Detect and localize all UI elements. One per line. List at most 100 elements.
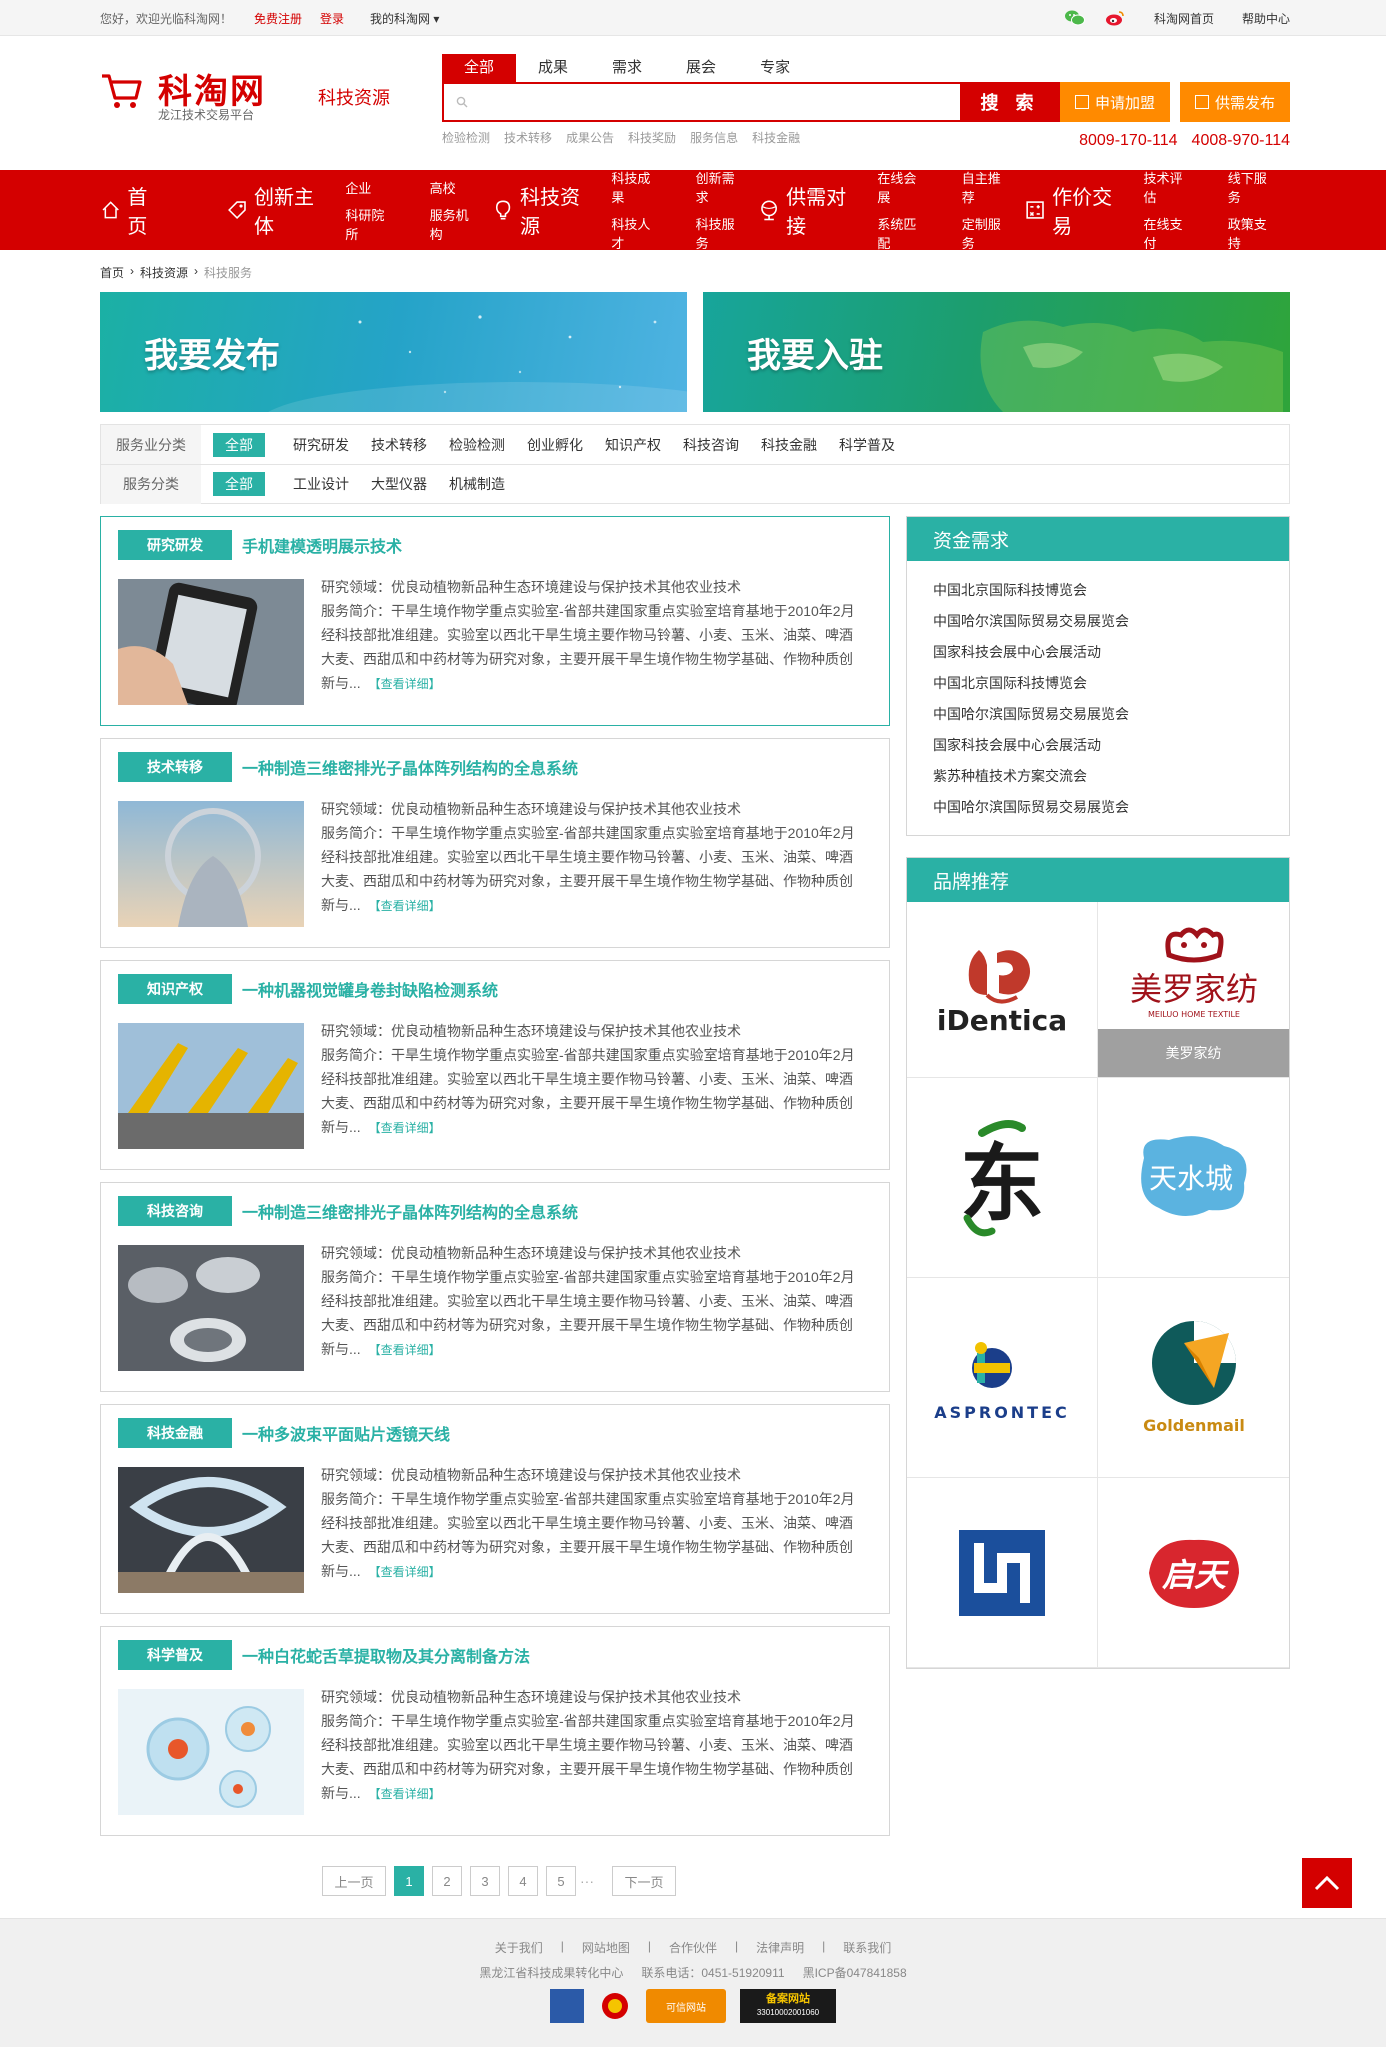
join-button[interactable]: 申请加盟 [1060,82,1170,122]
card-thumbnail[interactable] [118,1689,304,1815]
my-account-menu[interactable]: 我的科淘网 ▾ [370,10,439,27]
service-card[interactable]: 技术转移 一种制造三维密排光子晶体阵列结构的全息系统 研究领域：优良动植物新品种生态… [100,738,890,948]
nav-sub-link[interactable]: 自主推荐 [962,168,1002,206]
service-card[interactable]: 科技咨询 一种制造三维密排光子晶体阵列结构的全息系统 研究领域：优良动植物新品种生态… [100,1182,890,1392]
nav-item[interactable]: 首页 [100,181,186,239]
funding-item-link[interactable]: 中国北京国际科技博览会 [933,575,1289,606]
service-card[interactable]: 研究研发 手机建模透明展示技术 研究领域：优良动植物新品种生态环境建设与保护技术其他… [100,516,890,726]
wechat-icon[interactable] [1064,9,1086,27]
page-number-button[interactable]: 5 [546,1866,576,1896]
next-page-button[interactable]: 下一页 [612,1866,676,1896]
search-tab[interactable]: 展会 [664,54,738,82]
nav-sub-link[interactable]: 科研院所 [345,205,385,243]
nav-sub-link[interactable]: 科技服务 [696,214,736,252]
hot-keyword-link[interactable]: 技术转移 [504,129,552,146]
footer-link[interactable]: 合作伙伴 [669,1939,717,1956]
settle-banner[interactable]: 我要入驻 [703,292,1290,412]
service-card[interactable]: 科技金融 一种多波束平面贴片透镜天线 研究领域：优良动植物新品种生态环境建设与保护技… [100,1404,890,1614]
brand-meiluo[interactable]: 美罗家纺 MEILUO HOME TEXTILE 美罗家纺 [1098,902,1289,1078]
filter-option[interactable]: 知识产权 [605,433,661,457]
funding-item-link[interactable]: 中国北京国际科技博览会 [933,668,1289,699]
filter-option[interactable]: 大型仪器 [371,472,427,496]
nav-sub-link[interactable]: 在线会展 [877,168,917,206]
filter-option[interactable]: 科学普及 [839,433,895,457]
view-detail-link[interactable]: 【查看详细】 [369,1787,441,1801]
brand-identica[interactable]: iDentica [907,902,1098,1078]
nav-sub-link[interactable]: 技术评估 [1143,168,1183,206]
view-detail-link[interactable]: 【查看详细】 [369,1565,441,1579]
card-title-link[interactable]: 一种制造三维密排光子晶体阵列结构的全息系统 [242,755,578,779]
service-card[interactable]: 科学普及 一种白花蛇舌草提取物及其分离制备方法 研究领域：优良动植物新品种生态环境建… [100,1626,890,1836]
hot-keyword-link[interactable]: 成果公告 [566,129,614,146]
breadcrumb-home[interactable]: 首页 [100,264,124,281]
integrity-badge[interactable] [598,1989,632,2023]
card-title-link[interactable]: 一种制造三维密排光子晶体阵列结构的全息系统 [242,1199,578,1223]
search-input[interactable] [444,84,960,120]
filter-option[interactable]: 创业孵化 [527,433,583,457]
help-center-link[interactable]: 帮助中心 [1242,10,1290,27]
card-title-link[interactable]: 一种机器视觉罐身卷封缺陷检测系统 [242,977,498,1001]
card-title-link[interactable]: 一种白花蛇舌草提取物及其分离制备方法 [242,1643,530,1667]
filter-option[interactable]: 研究研发 [293,433,349,457]
search-tab[interactable]: 全部 [442,54,517,82]
footer-link[interactable]: 联系我们 [843,1939,891,1956]
filter-option[interactable]: 检验检测 [449,433,505,457]
card-title-link[interactable]: 一种多波束平面贴片透镜天线 [242,1421,450,1445]
site-home-link[interactable]: 科淘网首页 [1154,10,1214,27]
filter-option[interactable]: 全部 [213,472,265,496]
nav-sub-link[interactable]: 线下服务 [1228,168,1268,206]
filter-option[interactable]: 工业设计 [293,472,349,496]
search-tab[interactable]: 专家 [738,54,812,82]
back-to-top-button[interactable] [1302,1858,1352,1908]
card-thumbnail[interactable] [118,801,304,927]
nav-item[interactable]: 作价交易 [1024,181,1143,239]
hot-keyword-link[interactable]: 服务信息 [690,129,738,146]
page-number-button[interactable]: 1 [394,1866,424,1896]
brand-goldenmail[interactable]: Goldenmail [1098,1278,1289,1478]
view-detail-link[interactable]: 【查看详细】 [369,1343,441,1357]
filter-option[interactable]: 机械制造 [449,472,505,496]
footer-link[interactable]: 法律声明 [756,1939,804,1956]
nav-sub-link[interactable]: 服务机构 [430,205,470,243]
filter-option[interactable]: 科技金融 [761,433,817,457]
police-badge-icon[interactable] [550,1989,584,2023]
filter-option[interactable]: 全部 [213,432,265,457]
view-detail-link[interactable]: 【查看详细】 [369,1121,441,1135]
breadcrumb-resources[interactable]: 科技资源 [140,264,188,281]
page-number-button[interactable]: 4 [508,1866,538,1896]
trusted-site-badge[interactable]: 可信网站 [646,1989,726,2023]
site-logo[interactable]: 科淘网 龙江技术交易平台 [100,66,310,126]
card-title-link[interactable]: 手机建模透明展示技术 [242,533,402,557]
card-thumbnail[interactable] [118,579,304,705]
nav-sub-link[interactable]: 在线支付 [1143,214,1183,252]
funding-item-link[interactable]: 中国哈尔滨国际贸易交易展览会 [933,606,1289,637]
filing-badge[interactable]: 备案网站 33010002001060 [740,1989,836,2023]
card-thumbnail[interactable] [118,1467,304,1593]
search-tab[interactable]: 需求 [590,54,664,82]
search-button[interactable]: 搜 索 [960,84,1060,120]
footer-link[interactable]: 关于我们 [495,1939,543,1956]
nav-sub-link[interactable]: 科技成果 [611,168,651,206]
page-number-button[interactable]: 2 [432,1866,462,1896]
funding-item-link[interactable]: 紫苏种植技术方案交流会 [933,761,1289,792]
nav-item[interactable]: 科技资源 [492,181,611,239]
nav-sub-link[interactable]: 系统匹配 [877,214,917,252]
nav-sub-link[interactable]: 定制服务 [962,214,1002,252]
nav-sub-link[interactable]: 创新需求 [696,168,736,206]
hot-keyword-link[interactable]: 检验检测 [442,129,490,146]
nav-sub-link[interactable]: 政策支持 [1228,214,1268,252]
weibo-icon[interactable] [1104,9,1126,27]
hot-keyword-link[interactable]: 科技奖励 [628,129,676,146]
hot-keyword-link[interactable]: 科技金融 [752,129,800,146]
footer-link[interactable]: 网站地图 [582,1939,630,1956]
brand-dong[interactable]: 东 [907,1078,1098,1278]
page-number-button[interactable]: 3 [470,1866,500,1896]
nav-item[interactable]: 创新主体 [226,181,345,239]
brand-qitian[interactable]: 启天 [1098,1478,1289,1668]
nav-item[interactable]: 供需对接 [758,181,877,239]
filter-option[interactable]: 技术转移 [371,433,427,457]
nav-sub-link[interactable]: 企业 [345,178,385,197]
view-detail-link[interactable]: 【查看详细】 [369,677,441,691]
register-link[interactable]: 免费注册 [254,10,302,27]
view-detail-link[interactable]: 【查看详细】 [369,899,441,913]
